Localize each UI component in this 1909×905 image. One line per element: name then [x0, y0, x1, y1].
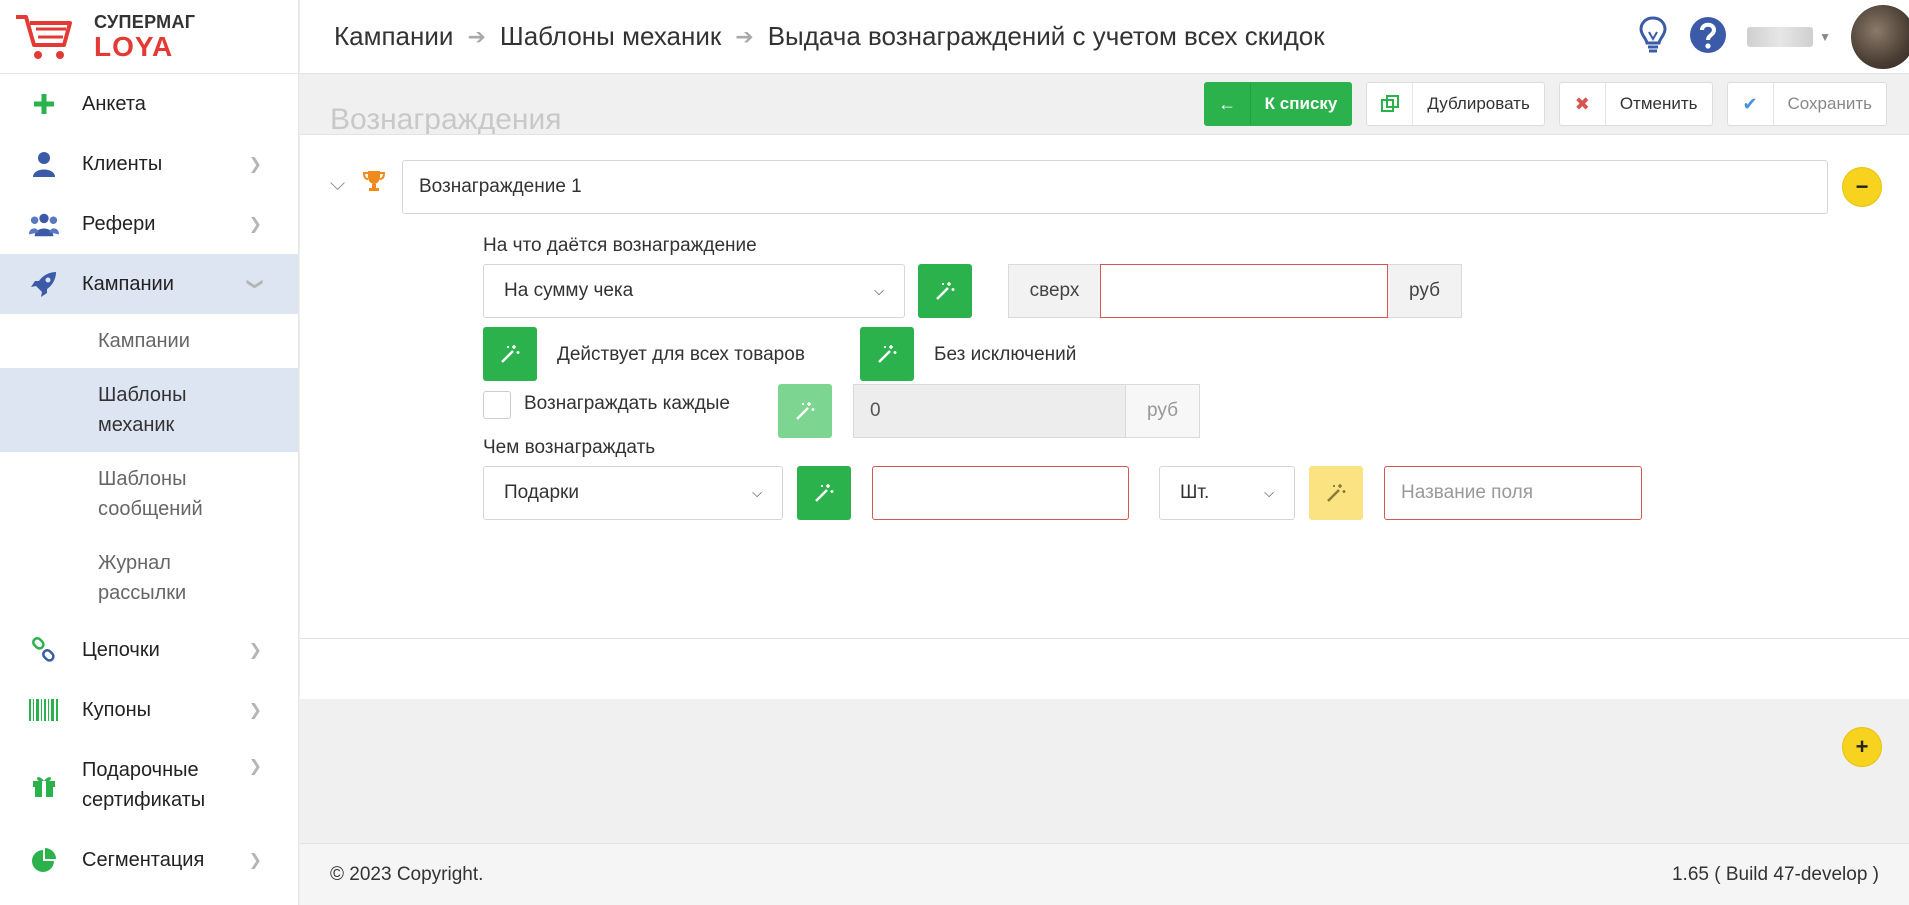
applies-to-all-label: Действует для всех товаров: [557, 344, 805, 365]
sidebar-item-chains[interactable]: Цепочки ❯: [0, 620, 298, 680]
plus-icon: [29, 89, 59, 119]
chevron-right-icon: ❯: [248, 216, 262, 233]
caret-down-icon[interactable]: ▼: [1819, 30, 1831, 44]
no-exceptions-label: Без исключений: [934, 344, 1077, 365]
copyright-text: © 2023 Copyright.: [330, 863, 484, 885]
chevron-right-icon: ❯: [248, 156, 262, 173]
avatar[interactable]: [1851, 5, 1909, 69]
sidebar-subitem-message-templates[interactable]: Шаблоны сообщений: [0, 452, 298, 536]
reward-block: ⌵ − На что даётся вознаграждение На сумм…: [300, 135, 1909, 639]
sidebar-item-label: Купоны: [82, 698, 152, 721]
top-bar: Кампании ➔ Шаблоны механик ➔ Выдача возн…: [300, 0, 1909, 74]
chevron-down-icon: ⌵: [752, 485, 762, 500]
sidebar-subitem-mechanics-templates[interactable]: Шаблоны механик: [0, 368, 298, 452]
save-button[interactable]: ✔ Сохранить: [1726, 82, 1887, 126]
rewards-panel: ⌵ − На что даётся вознаграждение На сумм…: [300, 134, 1909, 767]
link-icon: [29, 635, 59, 665]
wand-icon[interactable]: [797, 466, 851, 520]
duplicate-button[interactable]: Дублировать: [1366, 82, 1545, 126]
copy-icon: [1367, 83, 1414, 125]
sidebar-item-coupons[interactable]: Купоны ❯: [0, 680, 298, 740]
chevron-down-icon[interactable]: ⌵: [330, 173, 345, 196]
add-reward-button[interactable]: +: [1842, 727, 1882, 767]
sidebar-item-campaigns[interactable]: Кампании ❯: [0, 254, 298, 314]
arrow-left-icon: ←: [1205, 83, 1251, 125]
close-icon: ✖: [1560, 83, 1606, 125]
sidebar-item-referrals[interactable]: Рефери ❯: [0, 194, 298, 254]
logo[interactable]: СУПЕРМАГ LOYA: [0, 0, 298, 74]
pie-chart-icon: [29, 845, 59, 875]
reward-every-input[interactable]: [853, 384, 1126, 438]
field-name-input[interactable]: [1384, 466, 1642, 520]
wand-icon[interactable]: [778, 384, 832, 438]
quantity-input[interactable]: [872, 466, 1129, 520]
lightbulb-icon[interactable]: [1639, 15, 1667, 60]
chevron-right-icon: ❯: [248, 702, 262, 719]
arrow-right-icon: ➔: [467, 23, 486, 49]
trophy-icon: [362, 169, 386, 198]
sidebar-item-segmentation[interactable]: Сегментация ❯: [0, 830, 298, 890]
sidebar-item-label: Клиенты: [82, 152, 163, 175]
over-amount-input[interactable]: [1100, 264, 1388, 318]
sidebar-subitem-mailing-log[interactable]: Журнал рассылки: [0, 536, 298, 620]
with-what-label: Чем вознаграждать: [483, 437, 656, 458]
with-what-select[interactable]: Подарки ⌵: [483, 466, 783, 520]
sidebar-item-anketa[interactable]: Анкета: [0, 74, 298, 134]
breadcrumb-current: Выдача вознаграждений с учетом всех скид…: [767, 21, 1325, 51]
main-content: Вознаграждения ← К списку Дублировать ✖ …: [300, 75, 1909, 905]
chevron-down-icon: ⌵: [1264, 485, 1274, 500]
sidebar-item-label-line2: сертификаты: [82, 789, 206, 811]
sidebar-item-label: Рефери: [82, 212, 156, 235]
wand-icon[interactable]: [1309, 466, 1363, 520]
sidebar-item-clients[interactable]: Клиенты ❯: [0, 134, 298, 194]
over-addon: сверх: [1008, 264, 1100, 318]
section-title: Вознаграждения: [330, 103, 562, 136]
wand-icon[interactable]: [918, 264, 972, 318]
cart-logo-icon: [16, 14, 72, 59]
gift-icon: [29, 770, 59, 800]
chevron-down-icon: ⌵: [874, 283, 884, 298]
arrow-right-icon: ➔: [735, 23, 754, 49]
version-text: 1.65 ( Build 47-develop ): [1671, 863, 1879, 885]
reward-name-input[interactable]: [402, 160, 1828, 214]
chevron-right-icon: ❯: [248, 642, 262, 659]
chevron-right-icon: ❯: [248, 758, 262, 775]
users-icon: [29, 209, 59, 239]
wand-icon[interactable]: [483, 327, 537, 381]
rocket-icon: [29, 269, 59, 299]
user-name-blurred[interactable]: [1747, 27, 1814, 47]
breadcrumb-campaigns[interactable]: Кампании: [334, 21, 453, 52]
logo-text-top: СУПЕРМАГ: [94, 11, 196, 32]
chevron-down-icon: ❯: [246, 277, 264, 291]
for-what-label: На что даётся вознаграждение: [483, 235, 757, 256]
reward-every-label: Вознаграждать каждые: [524, 393, 731, 414]
cancel-button[interactable]: ✖ Отменить: [1558, 82, 1713, 126]
every-currency-addon: руб: [1126, 384, 1200, 438]
reward-every-checkbox[interactable]: [483, 391, 511, 419]
sidebar-item-label-line1: Подарочные: [82, 759, 199, 781]
remove-reward-button[interactable]: −: [1842, 167, 1882, 207]
wand-icon[interactable]: [860, 327, 914, 381]
user-icon: [29, 149, 59, 179]
currency-addon: руб: [1388, 264, 1462, 318]
sidebar-item-label: Цепочки: [82, 638, 160, 661]
help-icon[interactable]: [1689, 16, 1727, 59]
sidebar-item-gift-certificates[interactable]: Подарочные сертификаты ❯: [0, 740, 298, 830]
breadcrumb-mechanics-templates[interactable]: Шаблоны механик: [500, 21, 721, 52]
footer: © 2023 Copyright. 1.65 ( Build 47-develo…: [300, 843, 1909, 905]
chevron-right-icon: ❯: [248, 852, 262, 869]
check-icon: ✔: [1728, 83, 1774, 125]
sidebar-subitem-campaigns[interactable]: Кампании: [0, 314, 298, 368]
barcode-icon: [29, 695, 59, 725]
sidebar-item-label: Анкета: [82, 92, 146, 115]
sidebar-item-label: Кампании: [82, 272, 174, 295]
for-what-select[interactable]: На сумму чека ⌵: [483, 264, 905, 318]
logo-text-bottom: LOYA: [94, 30, 174, 62]
sidebar: СУПЕРМАГ LOYA Анкета Клиенты ❯ Рефери ❯ …: [0, 0, 299, 905]
action-toolbar: ← К списку Дублировать ✖ Отменить ✔ Сохр…: [1203, 82, 1887, 126]
sidebar-item-label: Сегментация: [82, 848, 205, 871]
back-to-list-button[interactable]: ← К списку: [1203, 82, 1353, 126]
unit-select[interactable]: Шт. ⌵: [1159, 466, 1295, 520]
